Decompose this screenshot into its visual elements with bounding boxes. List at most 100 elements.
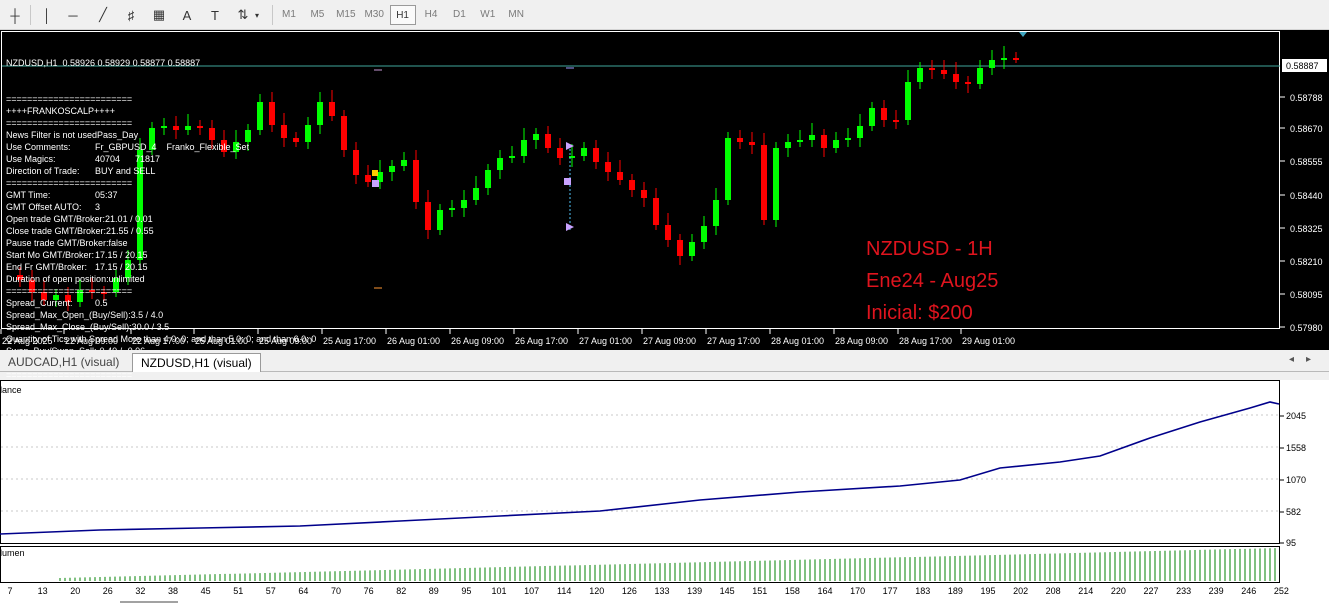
bear-candle xyxy=(545,134,551,148)
info-key: Use Comments: xyxy=(6,142,71,152)
x-tick-label: 202 xyxy=(1013,586,1028,596)
trendline-icon[interactable]: ╱ xyxy=(92,4,114,26)
info-line: Use Comments: Fr_GBPUSD_4 Franko_Flexible… xyxy=(6,141,316,153)
timeframe-h1-button[interactable]: H1 xyxy=(389,5,416,25)
tab-left-icon[interactable]: ◂ xyxy=(1289,354,1306,365)
x-tick-label: 208 xyxy=(1046,586,1061,596)
info-line: Open trade GMT/Broker: 21.01 / 0.01 xyxy=(6,213,316,225)
timeframe-d1-button[interactable]: D1 xyxy=(446,5,472,25)
x-tick-label: 220 xyxy=(1111,586,1126,596)
x-tick-label: 126 xyxy=(622,586,637,596)
info-key: ======================== xyxy=(6,286,133,296)
x-tick-label: 214 xyxy=(1078,586,1093,596)
timeframe-h4-button[interactable]: H4 xyxy=(418,5,444,25)
time-tick-label: 27 Aug 17:00 xyxy=(707,336,760,346)
toolbar-separator xyxy=(272,5,273,25)
bull-candle xyxy=(689,242,695,256)
bull-candle xyxy=(389,166,395,172)
x-tick-label: 252 xyxy=(1274,586,1289,596)
info-line: GMT Time: 05:37 xyxy=(6,189,316,201)
info-key: Close trade GMT/Broker: xyxy=(6,226,107,236)
bear-candle xyxy=(893,120,899,122)
trade-marker-icon xyxy=(564,178,571,185)
x-tick-label: 170 xyxy=(850,586,865,596)
balance-window[interactable]: 2045 1558 1070 582 95 7 13 20 26 32 38 45 51 57 64 70 76… xyxy=(0,380,1329,604)
tab-scroll-arrows[interactable]: ◂▸ xyxy=(1289,354,1323,365)
x-tick-label: 120 xyxy=(589,586,604,596)
timeframe-w1-button[interactable]: W1 xyxy=(475,5,501,25)
bull-candle xyxy=(785,142,791,148)
info-line: News Filter is not used Pass_Day xyxy=(6,129,316,141)
bull-candle xyxy=(1001,58,1007,60)
time-tick-label: 28 Aug 17:00 xyxy=(899,336,952,346)
time-tick-label: 27 Aug 01:00 xyxy=(579,336,632,346)
chart-header: NZDUSD,H1 0.58926 0.58929 0.58877 0.5888… xyxy=(6,57,316,69)
balance-chart[interactable]: 2045 1558 1070 582 95 7 13 20 26 32 38 45 51 57 64 70 76… xyxy=(0,380,1329,604)
vertical-line-icon[interactable]: │ xyxy=(36,4,58,26)
time-tick-label: 27 Aug 09:00 xyxy=(643,336,696,346)
timeframe-mn-button[interactable]: MN xyxy=(503,5,529,25)
x-tick-label: 233 xyxy=(1176,586,1191,596)
x-tick-label: 51 xyxy=(233,586,243,596)
bear-candle xyxy=(641,190,647,198)
x-tick-label: 82 xyxy=(396,586,406,596)
bear-candle xyxy=(617,172,623,180)
timeframe-m1-button[interactable]: M1 xyxy=(276,5,302,25)
balance-tick-label: 95 xyxy=(1286,538,1296,548)
bull-candle xyxy=(497,158,503,170)
info-line: ======================== xyxy=(6,177,316,189)
bull-candle xyxy=(485,170,491,188)
info-key: Spread_Current: xyxy=(6,298,73,308)
arrows-dropdown-icon[interactable]: ▾ xyxy=(252,4,262,26)
time-tick-label: 25 Aug 17:00 xyxy=(323,336,376,346)
bear-candle xyxy=(425,202,431,230)
info-value: BUY and SELL xyxy=(95,166,156,176)
timeframe-m5-button[interactable]: M5 xyxy=(304,5,330,25)
bull-candle xyxy=(509,156,515,158)
x-tick-label: 107 xyxy=(524,586,539,596)
time-tick-label: 26 Aug 17:00 xyxy=(515,336,568,346)
info-key: Spread_Max_Open_(Buy/Sell): xyxy=(6,310,131,320)
bull-candle xyxy=(725,138,731,200)
info-value: Fr_GBPUSD_4 Franko_Flexible_Set xyxy=(95,142,250,152)
timeframe-m15-button[interactable]: M15 xyxy=(333,5,359,25)
tab-audcad[interactable]: AUDCAD,H1 (visual) xyxy=(0,353,127,372)
bull-candle xyxy=(833,140,839,148)
x-tick-label: 76 xyxy=(364,586,374,596)
bear-candle xyxy=(353,150,359,175)
bull-candle xyxy=(449,208,455,210)
info-key: News Filter is not used xyxy=(6,130,98,140)
info-key: Start Mo GMT/Broker: xyxy=(6,250,95,260)
bull-candle xyxy=(977,68,983,84)
bull-candle xyxy=(917,68,923,82)
crosshair-icon[interactable]: ┼ xyxy=(4,4,26,26)
overlay-line-initial: Inicial: $200 xyxy=(866,302,973,324)
bull-candle xyxy=(869,108,875,126)
horizontal-line-icon[interactable]: ─ xyxy=(62,4,84,26)
bull-candle xyxy=(581,148,587,156)
x-tick-label: 38 xyxy=(168,586,178,596)
text-label-icon[interactable]: T xyxy=(204,4,226,26)
tab-right-icon[interactable]: ▸ xyxy=(1306,354,1323,365)
tab-nzdusd[interactable]: NZDUSD,H1 (visual) xyxy=(132,353,261,372)
trade-marker-icon xyxy=(372,180,379,187)
info-value: 40704 71817 xyxy=(95,154,161,164)
info-line: Spread_Max_Close_(Buy/Sell): 30.0 / 3.5 xyxy=(6,321,316,333)
timeframe-m30-button[interactable]: M30 xyxy=(361,5,387,25)
price-chart-window[interactable]: 0.58788 0.58670 0.58555 0.58440 0.58325 0.582… xyxy=(0,30,1329,380)
bull-candle xyxy=(797,140,803,142)
info-line: ======================== xyxy=(6,285,316,297)
bull-candle xyxy=(473,188,479,200)
x-tick-label: 20 xyxy=(70,586,80,596)
fibonacci-icon[interactable]: ♯ xyxy=(120,4,142,26)
arrows-icon[interactable]: ⇅ xyxy=(232,4,254,26)
info-line: Pause trade GMT/Broker: false xyxy=(6,237,316,249)
x-tick-label: 195 xyxy=(980,586,995,596)
bear-candle xyxy=(749,142,755,145)
channel-icon[interactable]: ▦ xyxy=(148,4,170,26)
info-key: ======================== xyxy=(6,118,133,128)
price-tick-label: 0.58440 xyxy=(1290,191,1323,201)
bear-candle xyxy=(941,70,947,74)
bull-candle xyxy=(521,140,527,156)
text-icon[interactable]: A xyxy=(176,4,198,26)
